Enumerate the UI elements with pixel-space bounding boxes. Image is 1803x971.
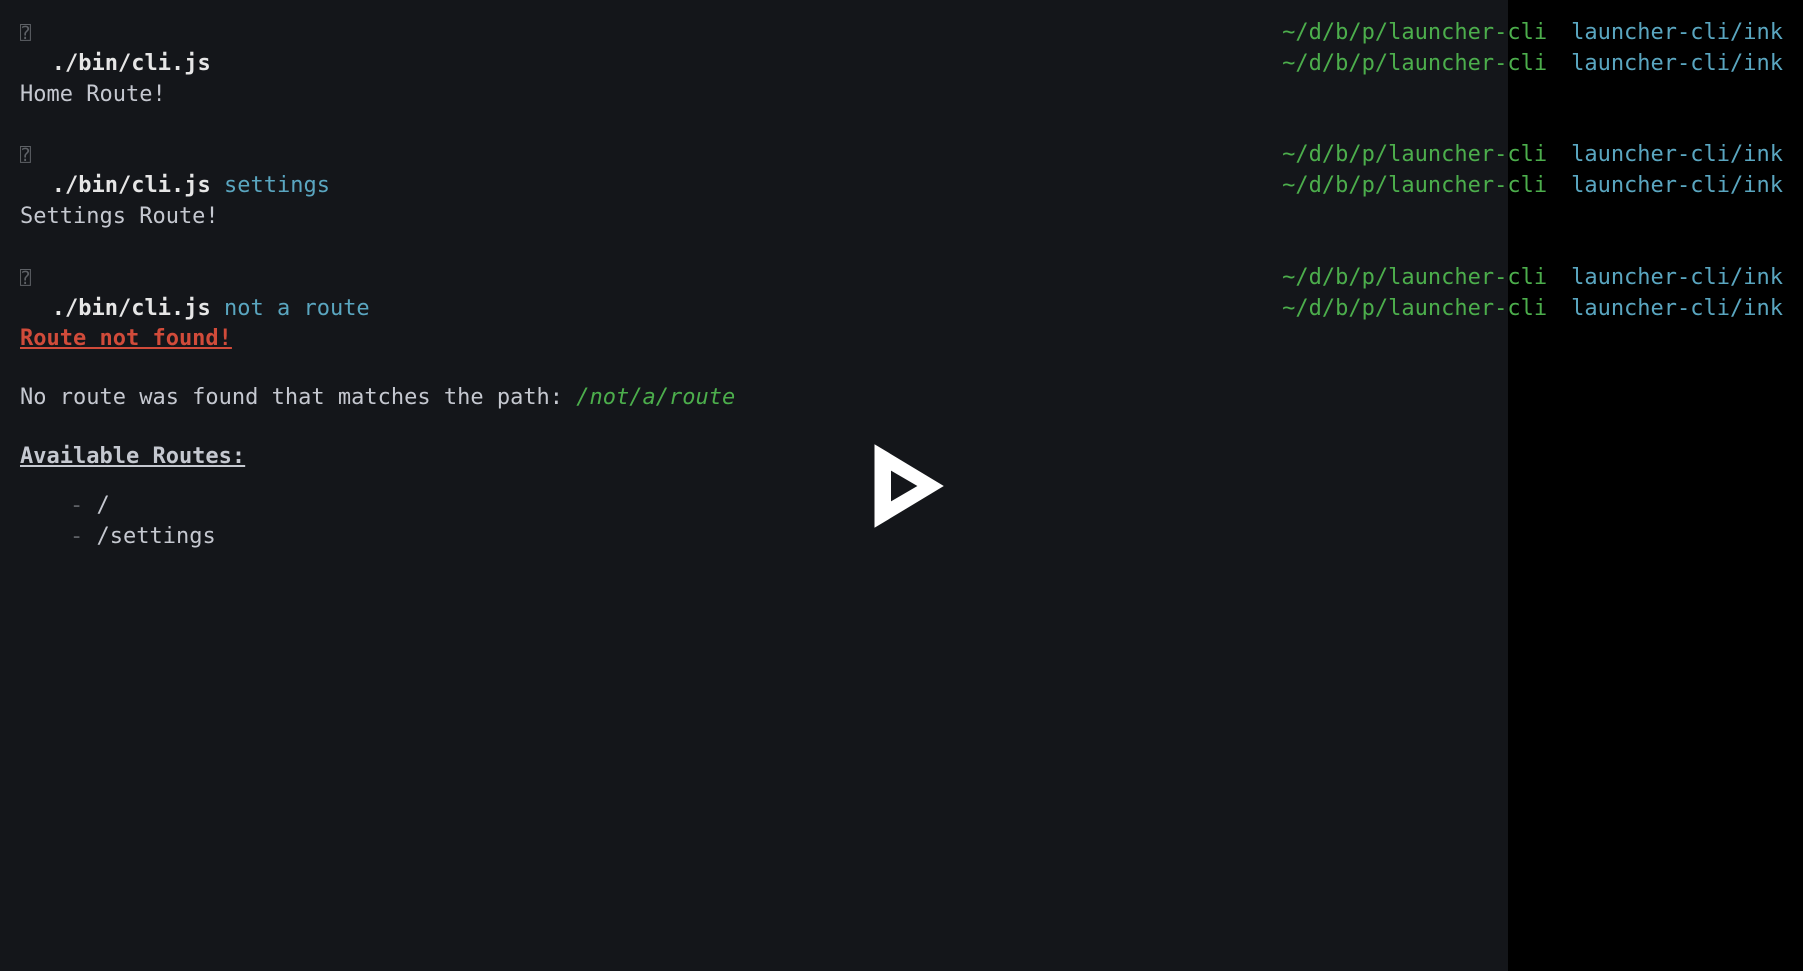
command-line: ./bin/cli.js not a route ~/d/b/p/launche… [20,294,1783,325]
play-icon [847,431,957,541]
cwd-path: ~/d/b/p/launcher-cli [1282,263,1547,294]
error-message-text: No route was found that matches the path… [20,385,576,410]
error-heading: Route not found! [20,324,1783,355]
prompt-line: ⍰ ~/d/b/p/launcher-cli launcher-cli/ink [20,18,1783,49]
command-output: Home Route! [20,80,1783,111]
command-block-2: ⍰ ~/d/b/p/launcher-cli launcher-cli/ink … [20,140,1783,232]
command-args: settings [224,173,330,198]
route-path: / [97,493,110,518]
error-message: No route was found that matches the path… [20,383,1783,414]
command-output: Settings Route! [20,202,1783,233]
git-branch: launcher-cli/ink [1571,140,1783,171]
prompt-line: ⍰ ~/d/b/p/launcher-cli launcher-cli/ink [20,263,1783,294]
prompt-glyph-icon: ⍰ [20,145,31,166]
cwd-path: ~/d/b/p/launcher-cli [1282,49,1547,80]
command: ./bin/cli.js [52,296,211,321]
route-path: /settings [97,524,216,549]
git-branch: launcher-cli/ink [1571,49,1783,80]
prompt-glyph-icon: ⍰ [20,23,31,44]
command-line: ./bin/cli.js settings ~/d/b/p/launcher-c… [20,171,1783,202]
git-branch: launcher-cli/ink [1571,18,1783,49]
prompt-line: ⍰ ~/d/b/p/launcher-cli launcher-cli/ink [20,140,1783,171]
command-block-1: ⍰ ~/d/b/p/launcher-cli launcher-cli/ink … [20,18,1783,110]
cwd-path: ~/d/b/p/launcher-cli [1282,294,1547,325]
prompt-glyph-icon: ⍰ [20,268,31,289]
git-branch: launcher-cli/ink [1571,294,1783,325]
error-route-path: /not/a/route [576,385,735,410]
command-line: ./bin/cli.js ~/d/b/p/launcher-cli launch… [20,49,1783,80]
play-button[interactable] [847,431,957,541]
cwd-path: ~/d/b/p/launcher-cli [1282,140,1547,171]
git-branch: launcher-cli/ink [1571,263,1783,294]
cwd-path: ~/d/b/p/launcher-cli [1282,18,1547,49]
cwd-path: ~/d/b/p/launcher-cli [1282,171,1547,202]
command: ./bin/cli.js [52,51,211,76]
command-args: not a route [224,296,370,321]
git-branch: launcher-cli/ink [1571,171,1783,202]
command: ./bin/cli.js [52,173,211,198]
